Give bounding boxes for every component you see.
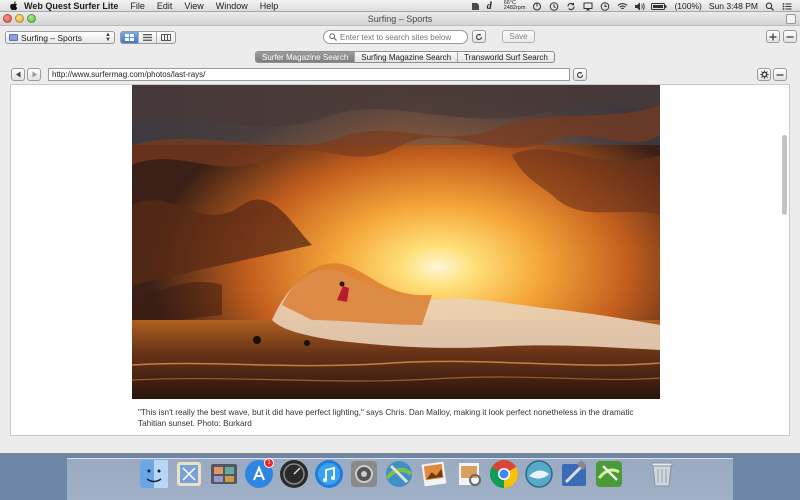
volume-icon[interactable] [634, 2, 646, 11]
app-store-badge: 1 [264, 458, 274, 468]
system-preferences-icon[interactable] [348, 458, 380, 490]
close-window-button[interactable] [3, 14, 12, 23]
web-quest-icon[interactable] [523, 458, 555, 490]
collapse-button[interactable] [773, 68, 787, 81]
add-button[interactable] [766, 30, 780, 43]
time-machine-icon[interactable] [600, 1, 610, 11]
navigation-bar [0, 66, 800, 84]
reload-button[interactable] [573, 68, 587, 81]
menu-extras: d 66°C 2482rpm (100%) Sun 3:48 PM [470, 0, 792, 11]
search-icon [329, 33, 337, 41]
wave-sunset-image [132, 85, 660, 399]
dashboard-icon[interactable] [278, 458, 310, 490]
menu-bar: Web Quest Surfer Lite File Edit View Win… [0, 0, 800, 12]
forward-button[interactable] [27, 68, 41, 81]
chrome-icon[interactable] [488, 458, 520, 490]
iphoto-icon[interactable] [418, 458, 450, 490]
column-view-icon [161, 34, 171, 41]
gear-icon [759, 70, 769, 79]
back-arrow-icon [15, 71, 20, 78]
list-view-icon [143, 34, 152, 41]
site-tabs: Surfer Magazine Search Surfing Magazine … [255, 51, 555, 63]
mail-icon[interactable] [173, 458, 205, 490]
grid-view-icon [125, 34, 134, 41]
photo-caption: "This isn't really the best wave, but it… [138, 408, 634, 428]
menu-edit[interactable]: Edit [157, 1, 173, 11]
battery-percent: (100%) [674, 1, 702, 11]
toolbar: Surfing – Sports ▲▼ Save [0, 26, 800, 46]
sync-icon[interactable] [566, 2, 576, 11]
xcode-icon[interactable] [558, 458, 590, 490]
window-title: Surfing – Sports [367, 13, 433, 24]
itunes-icon[interactable] [313, 458, 345, 490]
title-bar[interactable]: Surfing – Sports [0, 12, 800, 26]
app-store-icon[interactable]: 1 [243, 458, 275, 490]
toolbar-toggle-button[interactable] [786, 14, 796, 24]
window-controls [3, 14, 36, 23]
spotlight-icon[interactable] [765, 2, 775, 11]
settings-button[interactable] [757, 68, 771, 81]
menu-clock[interactable]: Sun 3:48 PM [709, 1, 758, 11]
folder-icon [9, 34, 18, 41]
surf-sunset-photo [132, 85, 660, 399]
trash-icon[interactable] [646, 458, 678, 490]
url-field[interactable] [48, 68, 570, 81]
column-view-button[interactable] [157, 32, 175, 43]
plus-icon [769, 33, 777, 40]
minus-icon [776, 73, 784, 76]
menu-file[interactable]: File [130, 1, 145, 11]
apple-menu-icon[interactable] [8, 0, 18, 11]
search-field[interactable] [323, 30, 468, 44]
photo-browser-icon[interactable] [208, 458, 240, 490]
dock: 1 [138, 458, 678, 490]
reload-icon [577, 71, 584, 78]
category-dropdown[interactable]: Surfing – Sports ▲ ▼ [5, 31, 115, 44]
grid-view-button[interactable] [121, 32, 139, 43]
menu-window[interactable]: Window [216, 1, 248, 11]
temperature-readout[interactable]: 66°C 2482rpm [503, 0, 526, 11]
search-refresh-button[interactable] [472, 30, 486, 43]
remove-button[interactable] [783, 30, 797, 43]
menu-view[interactable]: View [184, 1, 203, 11]
zoom-window-button[interactable] [27, 14, 36, 23]
refresh-icon [476, 33, 483, 40]
vertical-scrollbar[interactable] [782, 135, 787, 215]
evernote-icon[interactable] [470, 2, 480, 11]
save-button[interactable]: Save [502, 30, 535, 43]
url-input[interactable] [52, 70, 552, 79]
view-mode-segment [120, 31, 176, 44]
tab-transworld-surf-search[interactable]: Transworld Surf Search [458, 52, 554, 62]
select-arrows-icon: ▲ ▼ [105, 32, 111, 43]
clock-icon[interactable] [549, 1, 559, 11]
screen-mirror-icon[interactable] [583, 2, 593, 11]
search-input[interactable] [340, 32, 465, 42]
minus-icon [786, 35, 794, 38]
list-view-button[interactable] [139, 32, 157, 43]
dictionary-icon[interactable]: d [487, 1, 497, 11]
battery-icon[interactable] [651, 2, 667, 11]
web-quest-surfer-icon[interactable] [383, 458, 415, 490]
power-icon[interactable] [532, 2, 542, 11]
forward-arrow-icon [32, 71, 37, 78]
wifi-icon[interactable] [617, 2, 628, 11]
finder-icon[interactable] [138, 458, 170, 490]
tab-surfer-magazine-search[interactable]: Surfer Magazine Search [256, 52, 356, 62]
web-content-area[interactable]: "This isn't really the best wave, but it… [10, 84, 790, 436]
menu-help[interactable]: Help [260, 1, 279, 11]
menu-app-name[interactable]: Web Quest Surfer Lite [24, 1, 118, 11]
notification-center-icon[interactable] [782, 2, 792, 11]
category-selected: Surfing – Sports [21, 32, 82, 43]
minimize-window-button[interactable] [15, 14, 24, 23]
tab-surfing-magazine-search[interactable]: Surfing Magazine Search [355, 52, 459, 62]
surf-app-icon[interactable] [593, 458, 625, 490]
fan-speed-value: 2482rpm [503, 5, 526, 11]
preview-icon[interactable] [453, 458, 485, 490]
back-button[interactable] [11, 68, 25, 81]
